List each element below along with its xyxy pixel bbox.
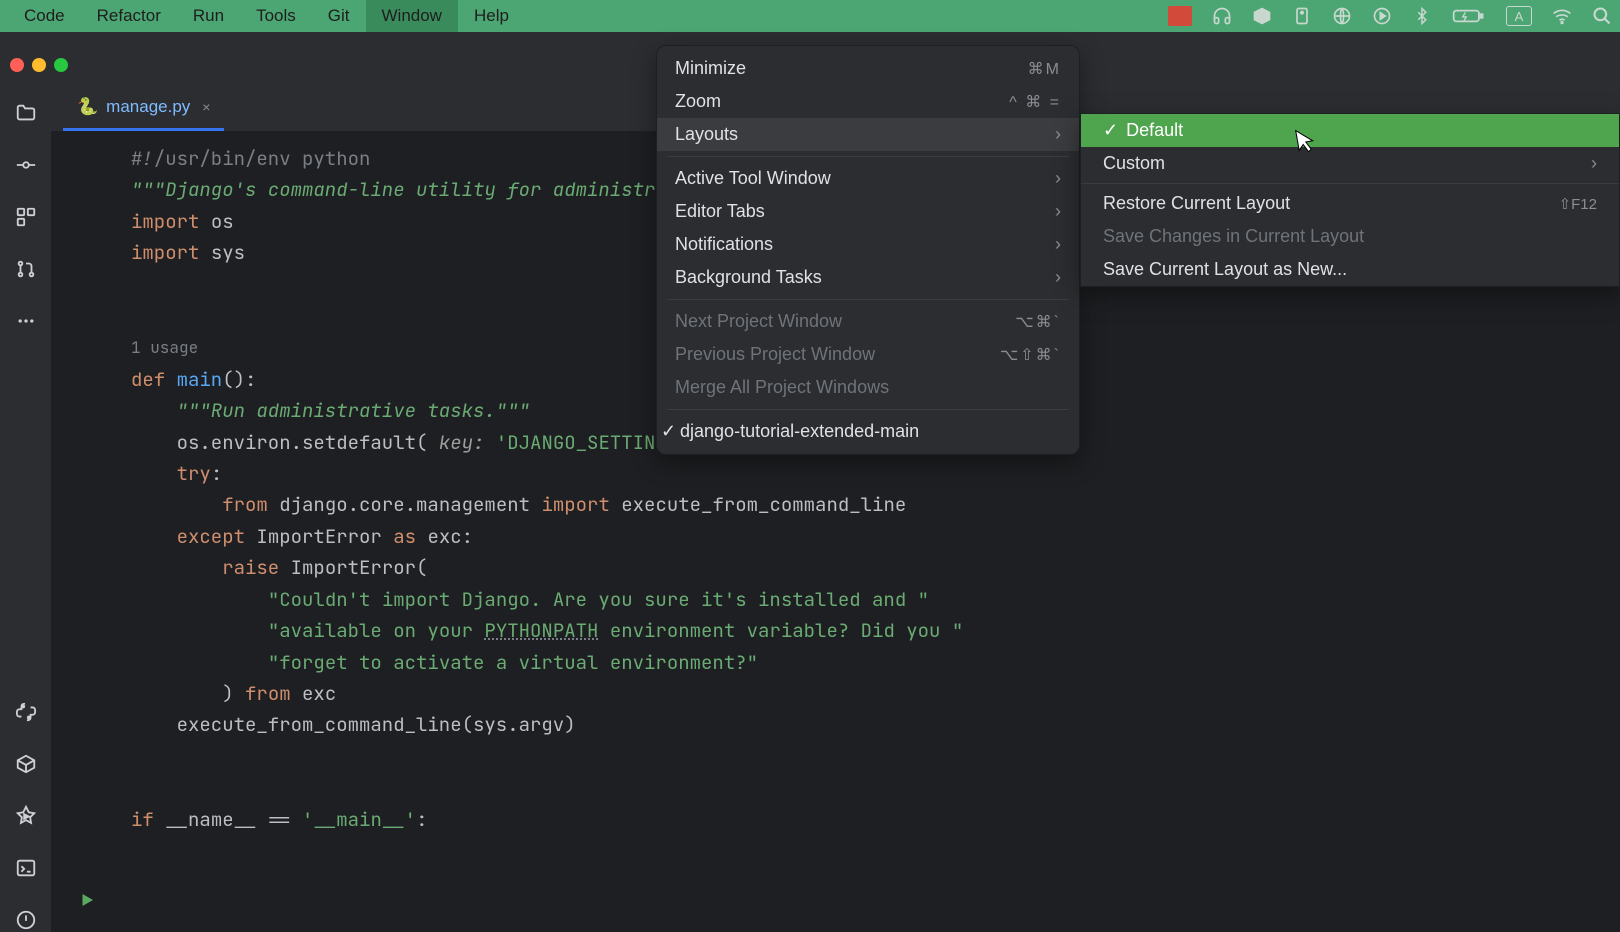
- commit-icon[interactable]: [14, 153, 38, 177]
- terminal-icon[interactable]: [14, 856, 38, 880]
- folder-icon[interactable]: [14, 101, 38, 125]
- tab-active-indicator: [63, 128, 224, 131]
- layout-default[interactable]: ✓Default: [1081, 114, 1619, 147]
- menu-git[interactable]: Git: [312, 0, 366, 32]
- chevron-right-icon: ›: [1055, 267, 1061, 288]
- chevron-right-icon: ›: [1055, 168, 1061, 189]
- menu-notifications[interactable]: Notifications›: [657, 228, 1079, 261]
- checkmark-icon: ✓: [661, 421, 679, 442]
- menu-current-project[interactable]: ✓ django-tutorial-extended-main: [657, 415, 1079, 448]
- menu-previous-project-window: Previous Project Window⌥⇧⌘`: [657, 338, 1079, 371]
- menubar-left: Code Refactor Run Tools Git Window Help: [8, 0, 525, 32]
- close-window-button[interactable]: [10, 58, 24, 72]
- menu-run[interactable]: Run: [177, 0, 240, 32]
- maximize-window-button[interactable]: [54, 58, 68, 72]
- menu-active-tool-window[interactable]: Active Tool Window›: [657, 162, 1079, 195]
- headphones-icon[interactable]: [1212, 6, 1232, 26]
- menu-refactor[interactable]: Refactor: [81, 0, 177, 32]
- card-icon[interactable]: [1292, 6, 1312, 26]
- minimize-window-button[interactable]: [32, 58, 46, 72]
- menu-merge-all-project-windows: Merge All Project Windows: [657, 371, 1079, 404]
- record-icon[interactable]: [1168, 6, 1192, 26]
- menu-zoom[interactable]: Zoom^ ⌘ =: [657, 85, 1079, 118]
- traffic-lights: [10, 58, 68, 72]
- box-icon[interactable]: [1252, 6, 1272, 26]
- run-gutter-icon[interactable]: [78, 891, 96, 914]
- close-tab-icon[interactable]: ×: [202, 99, 210, 115]
- menu-tools[interactable]: Tools: [240, 0, 312, 32]
- menu-separator: [667, 409, 1069, 410]
- more-icon[interactable]: [14, 309, 38, 333]
- menu-code[interactable]: Code: [8, 0, 81, 32]
- checkmark-icon: ✓: [1103, 120, 1118, 140]
- layouts-submenu: ✓Default Custom› Restore Current Layout⇧…: [1080, 113, 1620, 287]
- play-circle-icon[interactable]: [1372, 6, 1392, 26]
- menu-background-tasks[interactable]: Background Tasks›: [657, 261, 1079, 294]
- packages-icon[interactable]: [14, 752, 38, 776]
- restore-current-layout[interactable]: Restore Current Layout⇧F12: [1081, 187, 1619, 220]
- menu-next-project-window: Next Project Window⌥⌘`: [657, 305, 1079, 338]
- menu-editor-tabs[interactable]: Editor Tabs›: [657, 195, 1079, 228]
- structure-icon[interactable]: [14, 205, 38, 229]
- pull-requests-icon[interactable]: [14, 257, 38, 281]
- bluetooth-icon[interactable]: [1412, 6, 1432, 26]
- left-sidebar: [0, 83, 51, 932]
- chevron-right-icon: ›: [1055, 124, 1061, 145]
- layout-custom[interactable]: Custom›: [1081, 147, 1619, 180]
- chevron-right-icon: ›: [1055, 234, 1061, 255]
- input-mode-icon[interactable]: A: [1506, 6, 1532, 26]
- top-menubar: Code Refactor Run Tools Git Window Help …: [0, 0, 1620, 32]
- tab-manage-py[interactable]: 🐍 manage.py ×: [63, 89, 224, 125]
- problems-icon[interactable]: [14, 908, 38, 932]
- wifi-icon[interactable]: [1552, 6, 1572, 26]
- tab-filename: manage.py: [106, 97, 190, 117]
- menu-separator: [1081, 183, 1619, 184]
- menu-window[interactable]: Window: [366, 0, 458, 32]
- python-file-icon: 🐍: [77, 97, 98, 117]
- search-icon[interactable]: [1592, 6, 1612, 26]
- battery-icon[interactable]: [1452, 6, 1486, 26]
- menubar-status-icons: A: [1168, 6, 1612, 26]
- python-console-icon[interactable]: [14, 700, 38, 724]
- save-current-layout-as-new[interactable]: Save Current Layout as New...: [1081, 253, 1619, 286]
- menu-layouts[interactable]: Layouts›: [657, 118, 1079, 151]
- chevron-right-icon: ›: [1591, 153, 1597, 174]
- globe-icon[interactable]: [1332, 6, 1352, 26]
- chevron-right-icon: ›: [1055, 201, 1061, 222]
- window-menu-dropdown: Minimize⌘M Zoom^ ⌘ = Layouts› Active Too…: [656, 45, 1080, 455]
- menu-help[interactable]: Help: [458, 0, 525, 32]
- services-icon[interactable]: [14, 804, 38, 828]
- menu-minimize[interactable]: Minimize⌘M: [657, 52, 1079, 85]
- save-changes-in-current-layout: Save Changes in Current Layout: [1081, 220, 1619, 253]
- menu-separator: [667, 299, 1069, 300]
- menu-separator: [667, 156, 1069, 157]
